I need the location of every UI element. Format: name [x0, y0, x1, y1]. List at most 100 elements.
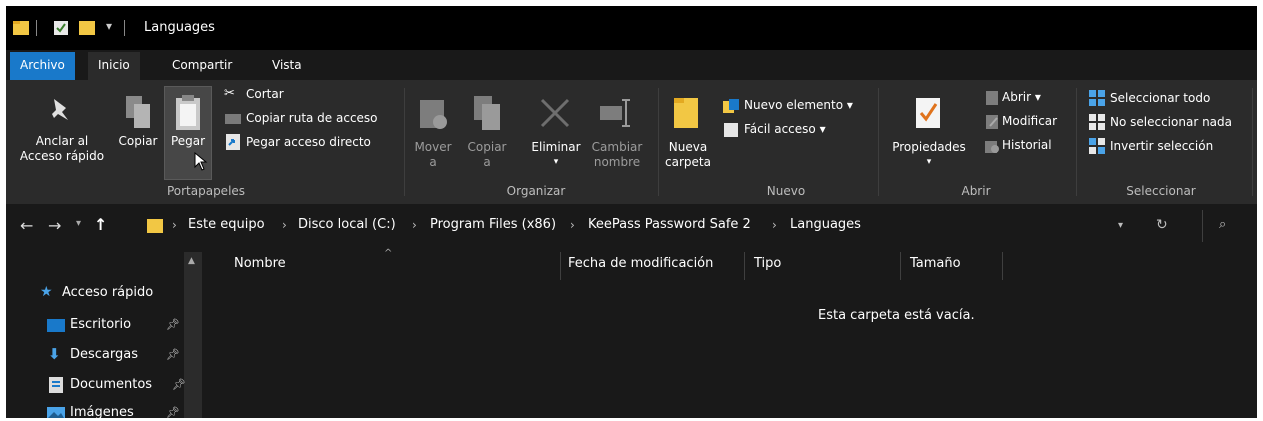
- address-bar-row: ← → ▾ ↑ › Este equipo › Disco local (C:)…: [6, 206, 1257, 246]
- ribbon: Anclar al Acceso rápido Copiar Pegar ✂ C…: [6, 80, 1257, 204]
- tab-view[interactable]: Vista: [262, 52, 312, 80]
- nav-pictures[interactable]: Imágenes: [70, 405, 134, 418]
- nav-scrollbar[interactable]: ▲: [184, 252, 202, 418]
- column-resize-handle[interactable]: [744, 252, 745, 280]
- delete-dropdown-icon[interactable]: ▾: [526, 155, 586, 170]
- tab-file[interactable]: Archivo: [10, 52, 75, 80]
- column-resize-handle[interactable]: [1002, 252, 1003, 280]
- edit-icon: [986, 115, 998, 129]
- new-group-label: Nuevo: [766, 184, 806, 198]
- desktop-icon: [47, 319, 65, 332]
- breadcrumb-this-pc[interactable]: Este equipo: [188, 217, 265, 232]
- forward-arrow-icon[interactable]: →: [48, 216, 61, 235]
- column-resize-handle[interactable]: [900, 252, 901, 280]
- open-icon: [986, 91, 998, 105]
- paste-shortcut-button[interactable]: Pegar acceso directo: [246, 132, 371, 152]
- address-bar[interactable]: › Este equipo › Disco local (C:) › Progr…: [116, 210, 1194, 242]
- select-group-label: Seleccionar: [1126, 184, 1196, 198]
- column-header-name[interactable]: Nombre: [234, 256, 286, 271]
- new-folder-label-line2: carpeta: [665, 155, 711, 169]
- folder-icon: [13, 21, 29, 35]
- column-header-modified[interactable]: Fecha de modificación: [568, 256, 713, 271]
- easy-access-icon: [724, 123, 738, 137]
- copy-button[interactable]: Copiar: [114, 134, 162, 149]
- pin-to-quick-access-button[interactable]: Anclar al Acceso rápido: [16, 134, 108, 164]
- up-arrow-icon[interactable]: ↑: [94, 215, 107, 234]
- new-item-button[interactable]: Nuevo elemento ▾: [744, 95, 853, 115]
- edit-button[interactable]: Modificar: [1002, 111, 1057, 131]
- properties-check-icon[interactable]: [52, 19, 70, 37]
- navigation-pane: ▲ ★ Acceso rápido Escritorio 📌︎ ⬇ Descar…: [6, 248, 204, 418]
- delete-button[interactable]: Eliminar ▾: [526, 140, 586, 170]
- paste-shortcut-icon: [226, 134, 240, 150]
- column-header-size[interactable]: Tamaño: [910, 256, 961, 271]
- chevron-right-icon: ›: [172, 218, 177, 232]
- breadcrumb-languages[interactable]: Languages: [790, 217, 861, 232]
- mouse-cursor-icon: [194, 152, 208, 171]
- content-area: ▲ ★ Acceso rápido Escritorio 📌︎ ⬇ Descar…: [6, 248, 1257, 418]
- tab-share[interactable]: Compartir: [162, 52, 242, 80]
- cut-button[interactable]: Cortar: [246, 84, 284, 104]
- chevron-right-icon: ›: [570, 218, 575, 232]
- back-arrow-icon[interactable]: ←: [20, 216, 33, 235]
- rename-label-line1: Cambiar: [591, 140, 643, 154]
- nav-desktop[interactable]: Escritorio: [70, 317, 131, 332]
- copy-to-button[interactable]: Copiar a: [462, 140, 512, 170]
- breadcrumb-local-disk[interactable]: Disco local (C:): [298, 217, 396, 232]
- rename-icon: [600, 99, 630, 127]
- file-explorer-window: ▾ Languages Archivo Inicio Compartir Vis…: [6, 6, 1257, 418]
- search-icon: ⌕: [1219, 217, 1227, 232]
- properties-button[interactable]: Propiedades ▾: [884, 140, 974, 170]
- clipboard-group-label: Portapapeles: [166, 184, 246, 198]
- select-all-button[interactable]: Seleccionar todo: [1110, 88, 1210, 108]
- paste-label: Pegar: [170, 134, 206, 148]
- nav-downloads[interactable]: Descargas: [70, 347, 138, 362]
- pin-label-line2: Acceso rápido: [19, 149, 105, 163]
- move-to-button[interactable]: Mover a: [410, 140, 456, 170]
- select-all-icon: [1089, 90, 1105, 106]
- chevron-right-icon: ›: [282, 218, 287, 232]
- rename-button[interactable]: Cambiar nombre: [586, 140, 648, 170]
- history-button[interactable]: Historial: [1002, 135, 1052, 155]
- column-resize-handle[interactable]: [560, 252, 561, 280]
- search-box[interactable]: ⌕: [1202, 210, 1257, 242]
- properties-label: Propiedades: [892, 140, 966, 154]
- copy-path-button[interactable]: Copiar ruta de acceso: [246, 108, 378, 128]
- new-folder-button[interactable]: Nueva carpeta: [662, 140, 714, 170]
- history-icon: [985, 141, 999, 153]
- select-none-icon: [1089, 114, 1105, 130]
- chevron-right-icon: ›: [412, 218, 417, 232]
- pin-icon: 📌︎: [166, 348, 180, 361]
- recent-locations-icon[interactable]: ▾: [76, 218, 81, 229]
- title-bar: ▾ Languages: [6, 6, 1257, 50]
- pin-icon: 📌︎: [166, 406, 180, 418]
- open-button[interactable]: Abrir ▾: [1002, 87, 1041, 107]
- scroll-up-icon[interactable]: ▲: [188, 256, 195, 266]
- empty-folder-message: Esta carpeta está vacía.: [818, 308, 975, 323]
- refresh-icon[interactable]: ↻: [1156, 217, 1168, 233]
- rename-label-line2: nombre: [593, 155, 641, 169]
- new-folder-label-line1: Nueva: [668, 140, 708, 154]
- easy-access-button[interactable]: Fácil acceso ▾: [744, 119, 826, 139]
- properties-icon: [916, 98, 940, 128]
- nav-documents[interactable]: Documentos: [70, 377, 152, 392]
- customize-quick-access-icon[interactable]: ▾: [106, 19, 112, 33]
- new-item-icon: [723, 99, 739, 113]
- download-icon: ⬇: [48, 345, 61, 363]
- breadcrumb-program-files[interactable]: Program Files (x86): [430, 217, 556, 232]
- tab-home[interactable]: Inicio: [88, 52, 140, 80]
- star-icon: ★: [40, 284, 53, 300]
- new-folder-icon[interactable]: [78, 19, 96, 37]
- copyto-label-line2: a: [483, 155, 491, 169]
- select-none-button[interactable]: No seleccionar nada: [1110, 112, 1232, 132]
- address-dropdown-icon[interactable]: ▾: [1118, 220, 1123, 231]
- invert-selection-button[interactable]: Invertir selección: [1110, 136, 1213, 156]
- move-label-line2: a: [429, 155, 437, 169]
- open-group-label: Abrir: [961, 184, 991, 198]
- breadcrumb-keepass[interactable]: KeePass Password Safe 2: [588, 217, 751, 232]
- nav-quick-access[interactable]: Acceso rápido: [62, 285, 153, 300]
- copyto-label-line1: Copiar: [467, 140, 507, 154]
- paste-icon: [176, 95, 200, 130]
- column-header-type[interactable]: Tipo: [754, 256, 781, 271]
- properties-dropdown-icon[interactable]: ▾: [884, 155, 974, 170]
